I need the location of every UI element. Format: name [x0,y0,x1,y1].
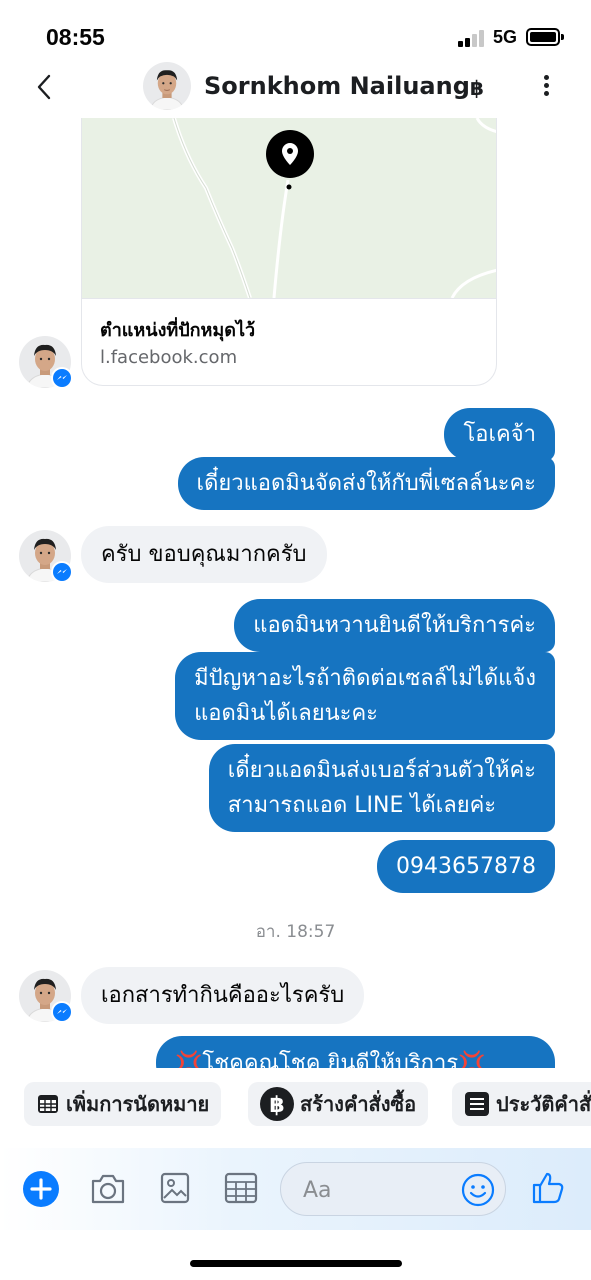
chat-header: Sornkhom Nailuang ฿ [0,58,591,118]
location-title: ตำแหน่งที่ปักหมุดไว้ [100,320,256,341]
message-bubble-outgoing[interactable]: มีปัญหาอะไรถ้าติดต่อเซลล์ไม่ได้แจ้ง แอดม… [175,652,555,740]
add-appointment-label: เพิ่มการนัดหมาย [66,1092,210,1116]
order-history-button[interactable]: ประวัติคำสั่ง [452,1082,591,1126]
quick-actions-bar[interactable]: เพิ่มการนัดหมาย ฿ สร้างคำสั่งซื้อ ประวัต… [0,1068,591,1146]
message-list[interactable]: ตำแหน่งที่ปักหมุดไว้ l.facebook.com โอเค… [0,118,591,1068]
location-card[interactable]: ตำแหน่งที่ปักหมุดไว้ l.facebook.com [81,118,497,386]
message-bubble-outgoing[interactable]: แอดมินหวานยินดีให้บริการค่ะ [234,599,555,652]
timestamp-divider: อา. 18:57 [255,922,336,942]
gallery-button[interactable] [160,1172,190,1208]
home-indicator[interactable] [190,1260,402,1267]
more-options-icon[interactable] [536,72,556,102]
network-label: 5G [493,27,518,47]
battery-icon [526,28,564,46]
plus-icon [23,1171,59,1207]
list-icon [464,1091,490,1117]
message-line: มีปัญหาอะไรถ้าติดต่อเซลล์ไม่ได้แจ้ง [194,666,536,691]
message-composer [0,1148,591,1230]
template-button[interactable] [224,1172,258,1208]
message-line: แอดมินได้เลยนะคะ [194,701,378,726]
sender-avatar[interactable] [19,336,73,389]
sender-avatar[interactable] [19,970,73,1023]
calendar-icon [36,1092,60,1116]
emoji-icon[interactable] [461,1173,495,1207]
thumbs-up-icon [532,1172,564,1204]
messenger-icon [51,561,73,583]
camera-icon [91,1174,125,1204]
map-preview[interactable] [82,118,496,299]
image-icon [160,1172,190,1204]
camera-button[interactable] [89,1172,127,1210]
message-bubble-outgoing[interactable]: เดี๋ยวแอดมินส่งเบอร์ส่วนตัวให้ค่ะ สามารถ… [208,744,555,832]
message-bubble-incoming[interactable]: เอกสารทำกินคืออะไรครับ [81,967,365,1024]
add-appointment-button[interactable]: เพิ่มการนัดหมาย [24,1082,222,1126]
message-bubble-outgoing[interactable]: โอเคจ้า [444,408,555,461]
message-input[interactable] [303,1175,453,1205]
baht-coin-icon: ฿ [260,1087,294,1121]
message-bubble-outgoing[interactable]: 💢โชคคูณโชค ยินดีให้บริการ💢 [156,1036,555,1068]
messenger-icon [51,367,73,389]
baht-icon[interactable]: ฿ [470,76,484,100]
create-order-label: สร้างคำสั่งซื้อ [300,1092,417,1116]
contact-avatar[interactable] [143,62,191,110]
grid-icon [224,1172,258,1204]
map-pin-icon [266,130,314,190]
status-bar: 08:55 5G [0,0,591,62]
svg-text:฿: ฿ [269,1093,284,1118]
contact-name[interactable]: Sornkhom Nailuang [204,72,470,100]
signal-icon [458,30,486,47]
message-bubble-outgoing[interactable]: 0943657878 [377,840,555,893]
like-button[interactable] [530,1170,566,1210]
message-line: เดี๋ยวแอดมินส่งเบอร์ส่วนตัวให้ค่ะ [227,758,536,783]
add-button[interactable] [22,1170,60,1212]
create-order-button[interactable]: ฿ สร้างคำสั่งซื้อ [248,1082,429,1126]
order-history-label: ประวัติคำสั่ง [496,1092,591,1116]
chevron-left-icon [37,74,51,100]
message-bubble-outgoing[interactable]: เดี๋ยวแอดมินจัดส่งให้กับพี่เซลล์นะคะ [177,457,555,510]
message-bubble-incoming[interactable]: ครับ ขอบคุณมากครับ [81,526,327,583]
location-info[interactable]: ตำแหน่งที่ปักหมุดไว้ l.facebook.com [82,298,496,385]
location-domain: l.facebook.com [100,347,238,368]
status-time: 08:55 [46,24,105,50]
back-button[interactable] [30,72,60,102]
message-line: สามารถแอด LINE ได้เลยค่ะ [227,793,497,818]
sender-avatar[interactable] [19,530,73,583]
messenger-icon [51,1001,73,1023]
message-input-field[interactable] [280,1162,506,1216]
